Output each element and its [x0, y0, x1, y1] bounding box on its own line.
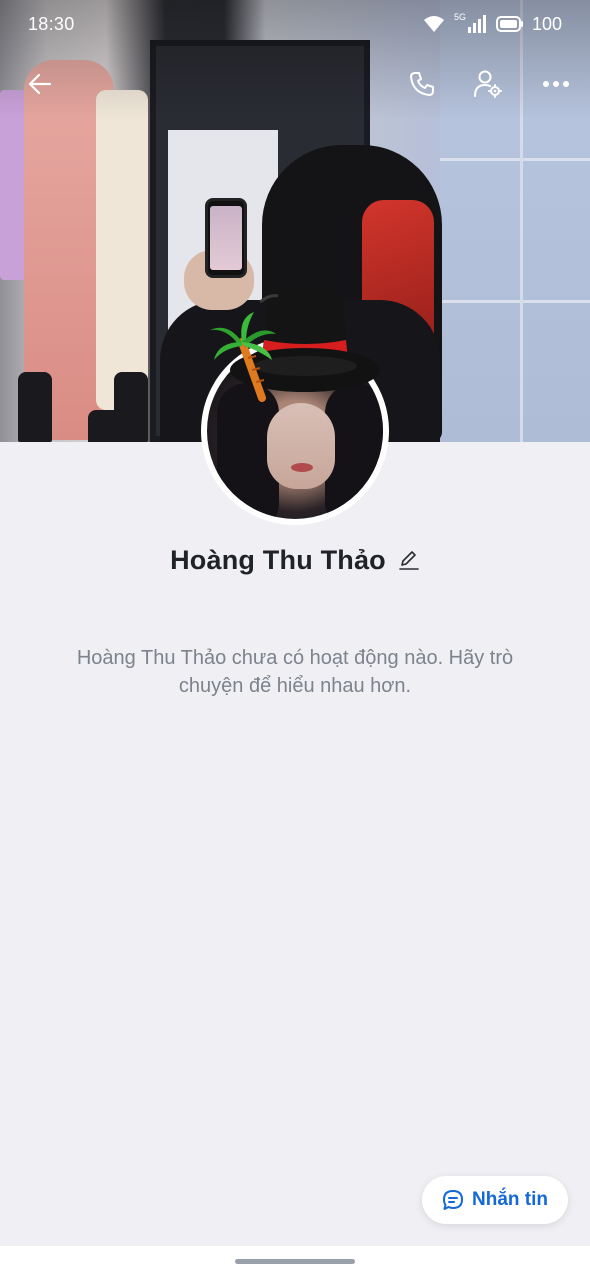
status-icons: 5G 100 — [422, 12, 562, 35]
send-message-label: Nhắn tin — [472, 1189, 548, 1210]
phone-icon — [410, 72, 434, 96]
palm-tree-decoration — [210, 312, 276, 402]
signal-icon — [467, 15, 486, 33]
network-type: 5G — [453, 12, 466, 22]
battery-level: 100 — [531, 13, 562, 34]
more-options-button[interactable] — [534, 62, 578, 106]
battery-icon — [495, 16, 523, 32]
pencil-icon — [399, 551, 419, 570]
empty-activity-message: Hoàng Thu Thảo chưa có hoạt động nào. Hã… — [76, 647, 514, 697]
top-action-bar — [0, 60, 590, 108]
status-time: 18:30 — [28, 14, 75, 34]
back-button[interactable] — [18, 62, 62, 106]
send-message-button[interactable]: Nhắn tin — [422, 1176, 568, 1224]
profile-name-row: Hoàng Thu Thảo — [0, 540, 590, 580]
home-indicator[interactable] — [235, 1259, 355, 1264]
wifi-icon — [423, 16, 444, 32]
call-button[interactable] — [400, 62, 444, 106]
more-horizontal-icon — [543, 81, 569, 87]
chat-bubble-icon — [443, 1190, 463, 1210]
user-settings-icon — [474, 70, 502, 98]
profile-name: Hoàng Thu Thảo — [170, 544, 386, 575]
profile-settings-button[interactable] — [466, 62, 510, 106]
edit-name-button[interactable] — [398, 549, 420, 571]
status-bar: 18:30 5G 100 — [0, 0, 590, 50]
arrow-left-icon — [28, 73, 52, 95]
profile-screen: 18:30 5G 100 Hoàng Thu Thảo Hoàng Thu Th… — [0, 0, 590, 1280]
